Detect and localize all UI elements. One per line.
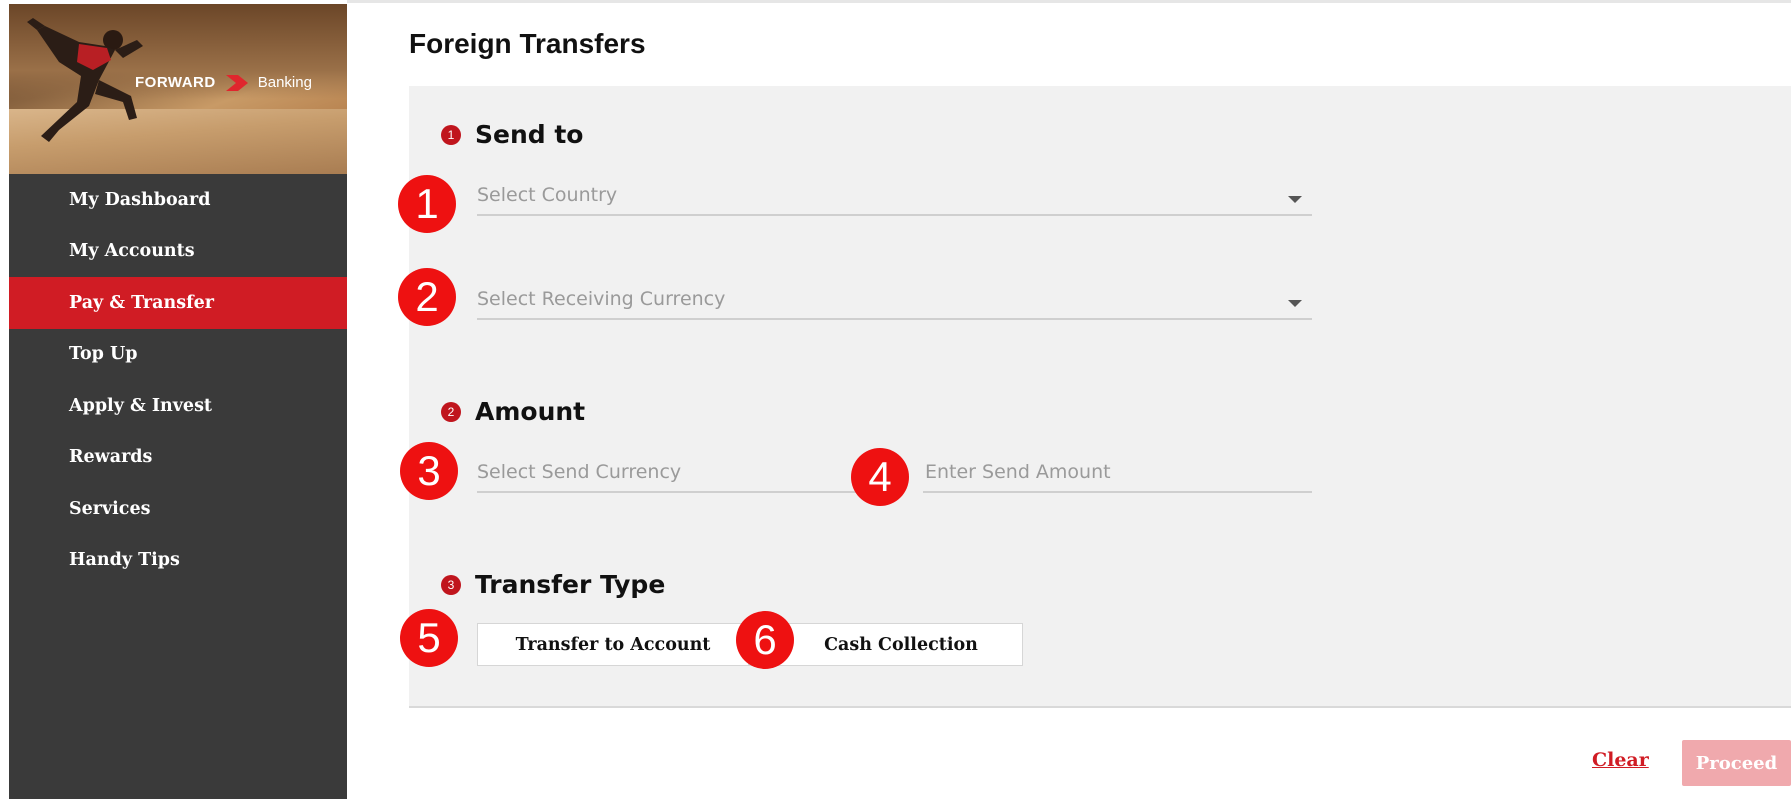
annotation-marker-6: 6	[736, 611, 794, 669]
forward-chevron-icon	[225, 74, 248, 91]
sidebar-item-top-up[interactable]: Top Up	[9, 329, 347, 381]
sidebar-item-rewards[interactable]: Rewards	[9, 432, 347, 484]
transfer-to-account-button[interactable]: Transfer to Account	[477, 623, 749, 666]
proceed-button[interactable]: Proceed	[1682, 740, 1791, 786]
country-select[interactable]: Select Country	[477, 176, 1312, 216]
chevron-down-icon	[1288, 196, 1302, 203]
chevron-down-icon	[1288, 300, 1302, 307]
logo-primary-text: FORWARD	[135, 74, 216, 91]
section-title: Send to	[475, 120, 584, 149]
annotation-marker-1: 1	[398, 175, 456, 233]
annotation-marker-3: 3	[400, 442, 458, 500]
sidebar-item-handy-tips[interactable]: Handy Tips	[9, 535, 347, 587]
send-amount-placeholder: Enter Send Amount	[925, 461, 1111, 483]
sidebar-nav: My Dashboard My Accounts Pay & Transfer …	[9, 174, 347, 586]
sidebar-item-dashboard[interactable]: My Dashboard	[9, 174, 347, 226]
send-currency-select[interactable]: Select Send Currency	[477, 453, 875, 493]
annotation-marker-5: 5	[400, 609, 458, 667]
send-currency-placeholder: Select Send Currency	[477, 461, 682, 483]
section-title: Transfer Type	[475, 570, 666, 599]
transfer-form-panel: 1 Send to Select Country Select Receivin…	[409, 86, 1791, 708]
section-send-to: 1 Send to	[441, 120, 583, 149]
annotation-marker-4: 4	[851, 448, 909, 506]
page-title: Foreign Transfers	[409, 28, 646, 59]
send-amount-input[interactable]: Enter Send Amount	[923, 453, 1312, 493]
receiving-currency-placeholder: Select Receiving Currency	[477, 288, 726, 310]
receiving-currency-select[interactable]: Select Receiving Currency	[477, 280, 1312, 320]
step-badge: 3	[441, 574, 461, 595]
brand-logo: FORWARD Banking	[135, 74, 312, 91]
section-amount: 2 Amount	[441, 397, 585, 426]
step-badge: 2	[441, 401, 461, 422]
top-border	[347, 0, 1791, 3]
clear-link[interactable]: Clear	[1592, 749, 1649, 771]
sidebar-item-services[interactable]: Services	[9, 483, 347, 535]
sidebar: FORWARD Banking My Dashboard My Accounts…	[9, 4, 347, 799]
logo-secondary-text: Banking	[257, 74, 312, 91]
brand-banner: FORWARD Banking	[9, 4, 347, 174]
step-badge: 1	[441, 124, 461, 145]
sidebar-item-apply-invest[interactable]: Apply & Invest	[9, 380, 347, 432]
sidebar-item-accounts[interactable]: My Accounts	[9, 226, 347, 278]
annotation-marker-2: 2	[398, 268, 456, 326]
sidebar-item-pay-transfer[interactable]: Pay & Transfer	[9, 277, 347, 329]
country-placeholder: Select Country	[477, 184, 618, 206]
section-transfer-type: 3 Transfer Type	[441, 570, 665, 599]
section-title: Amount	[475, 397, 586, 426]
